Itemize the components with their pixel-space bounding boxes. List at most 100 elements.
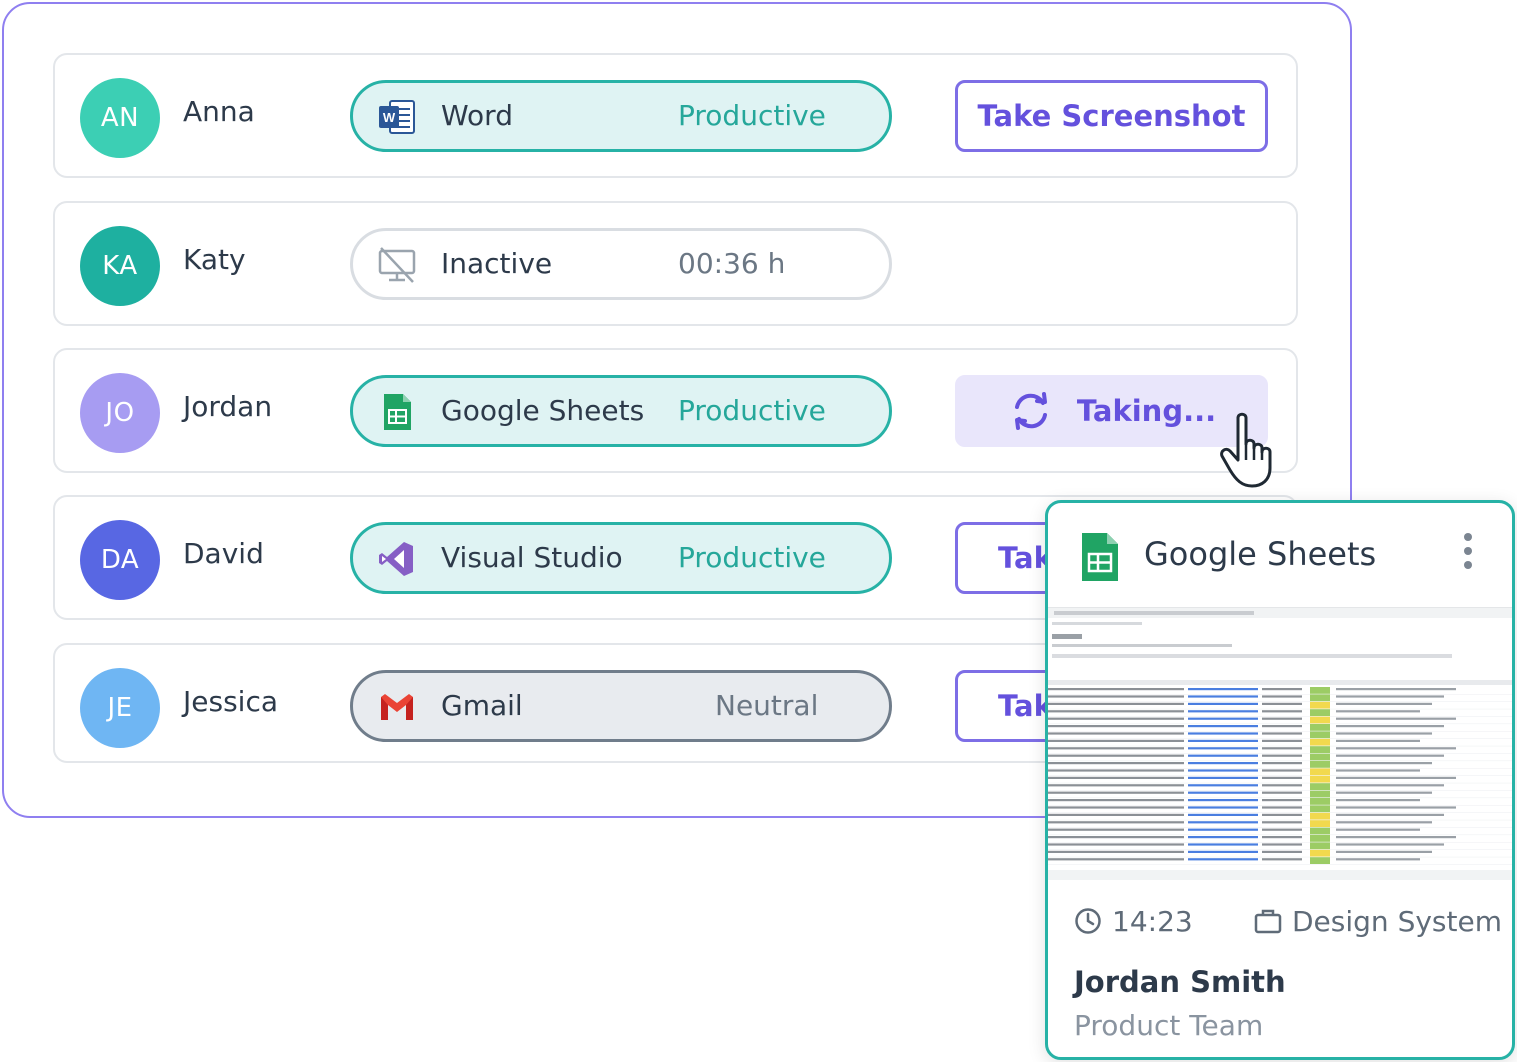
thumb-grid-line	[1048, 708, 1512, 710]
thumb-status-cell	[1310, 775, 1330, 783]
thumb-grid-line	[1048, 834, 1512, 836]
clock-icon	[1075, 908, 1101, 934]
thumb-cell-text	[1262, 836, 1302, 839]
thumb-cell-text	[1262, 739, 1302, 742]
google-sheets-icon	[1082, 533, 1118, 581]
thumb-cell-text	[1262, 828, 1302, 831]
hand-cursor-icon	[1220, 412, 1272, 488]
screenshot-thumbnail[interactable]	[1048, 607, 1512, 880]
thumb-grid-line	[1048, 782, 1512, 784]
thumb-cell-link	[1188, 688, 1258, 691]
thumb-cell-text	[1262, 732, 1302, 735]
thumb-cell-text	[1048, 732, 1184, 735]
thumb-grid-line	[1048, 790, 1512, 791]
user-row-anna: AN Anna W Word Productive Take Screensho…	[53, 53, 1298, 178]
thumb-grid-line	[1048, 805, 1512, 806]
thumb-bookmark-items	[1052, 622, 1142, 625]
thumb-cell-text	[1262, 762, 1302, 765]
avatar: JO	[80, 373, 160, 453]
thumb-cell-text	[1048, 821, 1184, 824]
thumb-status-cell	[1310, 805, 1330, 813]
thumb-cell-link	[1188, 762, 1258, 765]
thumb-cell-link	[1188, 791, 1258, 794]
thumb-cell-text	[1048, 806, 1184, 809]
thumb-grid-line	[1048, 716, 1512, 717]
thumb-cell-text	[1336, 850, 1432, 853]
thumb-cell-text	[1048, 747, 1184, 750]
thumb-cell-text	[1048, 813, 1184, 816]
thumb-cell-text	[1048, 710, 1184, 713]
screenshot-preview-card[interactable]: Google Sheets 14:23 Design System Jordan…	[1045, 500, 1515, 1060]
thumb-status-cell	[1310, 842, 1330, 850]
thumb-doc-title	[1052, 634, 1082, 639]
thumb-grid-line	[1048, 856, 1512, 858]
thumb-format-bar	[1052, 654, 1452, 658]
thumb-cell-text	[1262, 813, 1302, 816]
thumb-cell-text	[1336, 710, 1420, 713]
thumb-cell-link	[1188, 702, 1258, 705]
thumb-cell-text	[1262, 754, 1302, 757]
take-screenshot-button[interactable]: Take Screenshot	[955, 80, 1268, 152]
thumb-cell-link	[1188, 754, 1258, 757]
thumb-cell-text	[1336, 732, 1432, 735]
thumb-grid-line	[1048, 701, 1512, 702]
svg-text:W: W	[383, 110, 396, 125]
thumb-cell-link	[1188, 821, 1258, 824]
thumb-cell-text	[1048, 799, 1184, 802]
thumb-status-cell	[1310, 857, 1330, 864]
thumb-cell-link	[1188, 769, 1258, 772]
thumb-cell-text	[1048, 695, 1184, 698]
thumb-url-bar	[1054, 611, 1254, 615]
thumb-cell-text	[1262, 702, 1302, 705]
card-app-name: Google Sheets	[1144, 535, 1377, 573]
user-name: David	[183, 537, 264, 570]
thumb-cell-text	[1048, 702, 1184, 705]
avatar: AN	[80, 78, 160, 158]
thumb-cell-text	[1336, 821, 1432, 824]
app-name: Word	[441, 99, 513, 132]
thumb-cell-link	[1188, 799, 1258, 802]
button-label: Taking...	[1076, 394, 1217, 428]
productivity-status: Productive	[678, 541, 826, 574]
thumb-status-cell	[1310, 746, 1330, 753]
thumb-status-cell	[1310, 812, 1330, 820]
user-row-katy: KA Katy Inactive 00:36 h	[53, 201, 1298, 326]
thumb-cell-link	[1188, 710, 1258, 713]
thumb-cell-text	[1336, 769, 1420, 772]
thumb-cell-text	[1336, 813, 1444, 816]
thumb-cell-text	[1262, 784, 1302, 787]
thumb-cell-text	[1262, 688, 1302, 691]
user-name: Katy	[183, 243, 246, 276]
app-name: Gmail	[441, 689, 523, 722]
briefcase-icon	[1254, 909, 1282, 934]
refresh-icon	[1014, 392, 1047, 430]
thumb-cell-text	[1262, 858, 1302, 861]
thumb-status-cell	[1310, 701, 1330, 709]
thumb-cell-link	[1188, 739, 1258, 742]
thumb-cell-text	[1336, 717, 1456, 720]
productivity-status: Productive	[678, 99, 826, 132]
user-name: Jordan	[183, 390, 273, 423]
more-options-icon[interactable]	[1460, 531, 1476, 571]
thumb-status-cell	[1310, 761, 1330, 768]
thumb-cell-text	[1336, 688, 1456, 691]
app-name: Google Sheets	[441, 394, 645, 427]
thumb-cell-link	[1188, 828, 1258, 831]
thumb-cell-text	[1262, 769, 1302, 772]
thumb-cell-text	[1336, 843, 1444, 846]
thumb-status-cell	[1310, 709, 1330, 716]
thumb-status-cell	[1310, 827, 1330, 835]
thumb-status-cell	[1310, 820, 1330, 827]
thumb-cell-text	[1336, 747, 1456, 750]
thumb-cell-text	[1336, 739, 1420, 742]
thumb-grid-line	[1048, 731, 1512, 732]
card-team-name: Product Team	[1074, 1009, 1264, 1042]
thumb-cell-text	[1048, 791, 1184, 794]
thumb-cell-link	[1188, 850, 1258, 853]
thumb-grid-line	[1048, 723, 1512, 725]
thumb-cell-link	[1188, 717, 1258, 720]
thumb-cell-text	[1336, 754, 1444, 757]
thumb-cell-link	[1188, 784, 1258, 787]
thumb-grid-line	[1048, 760, 1512, 762]
user-name: Jessica	[183, 685, 278, 718]
